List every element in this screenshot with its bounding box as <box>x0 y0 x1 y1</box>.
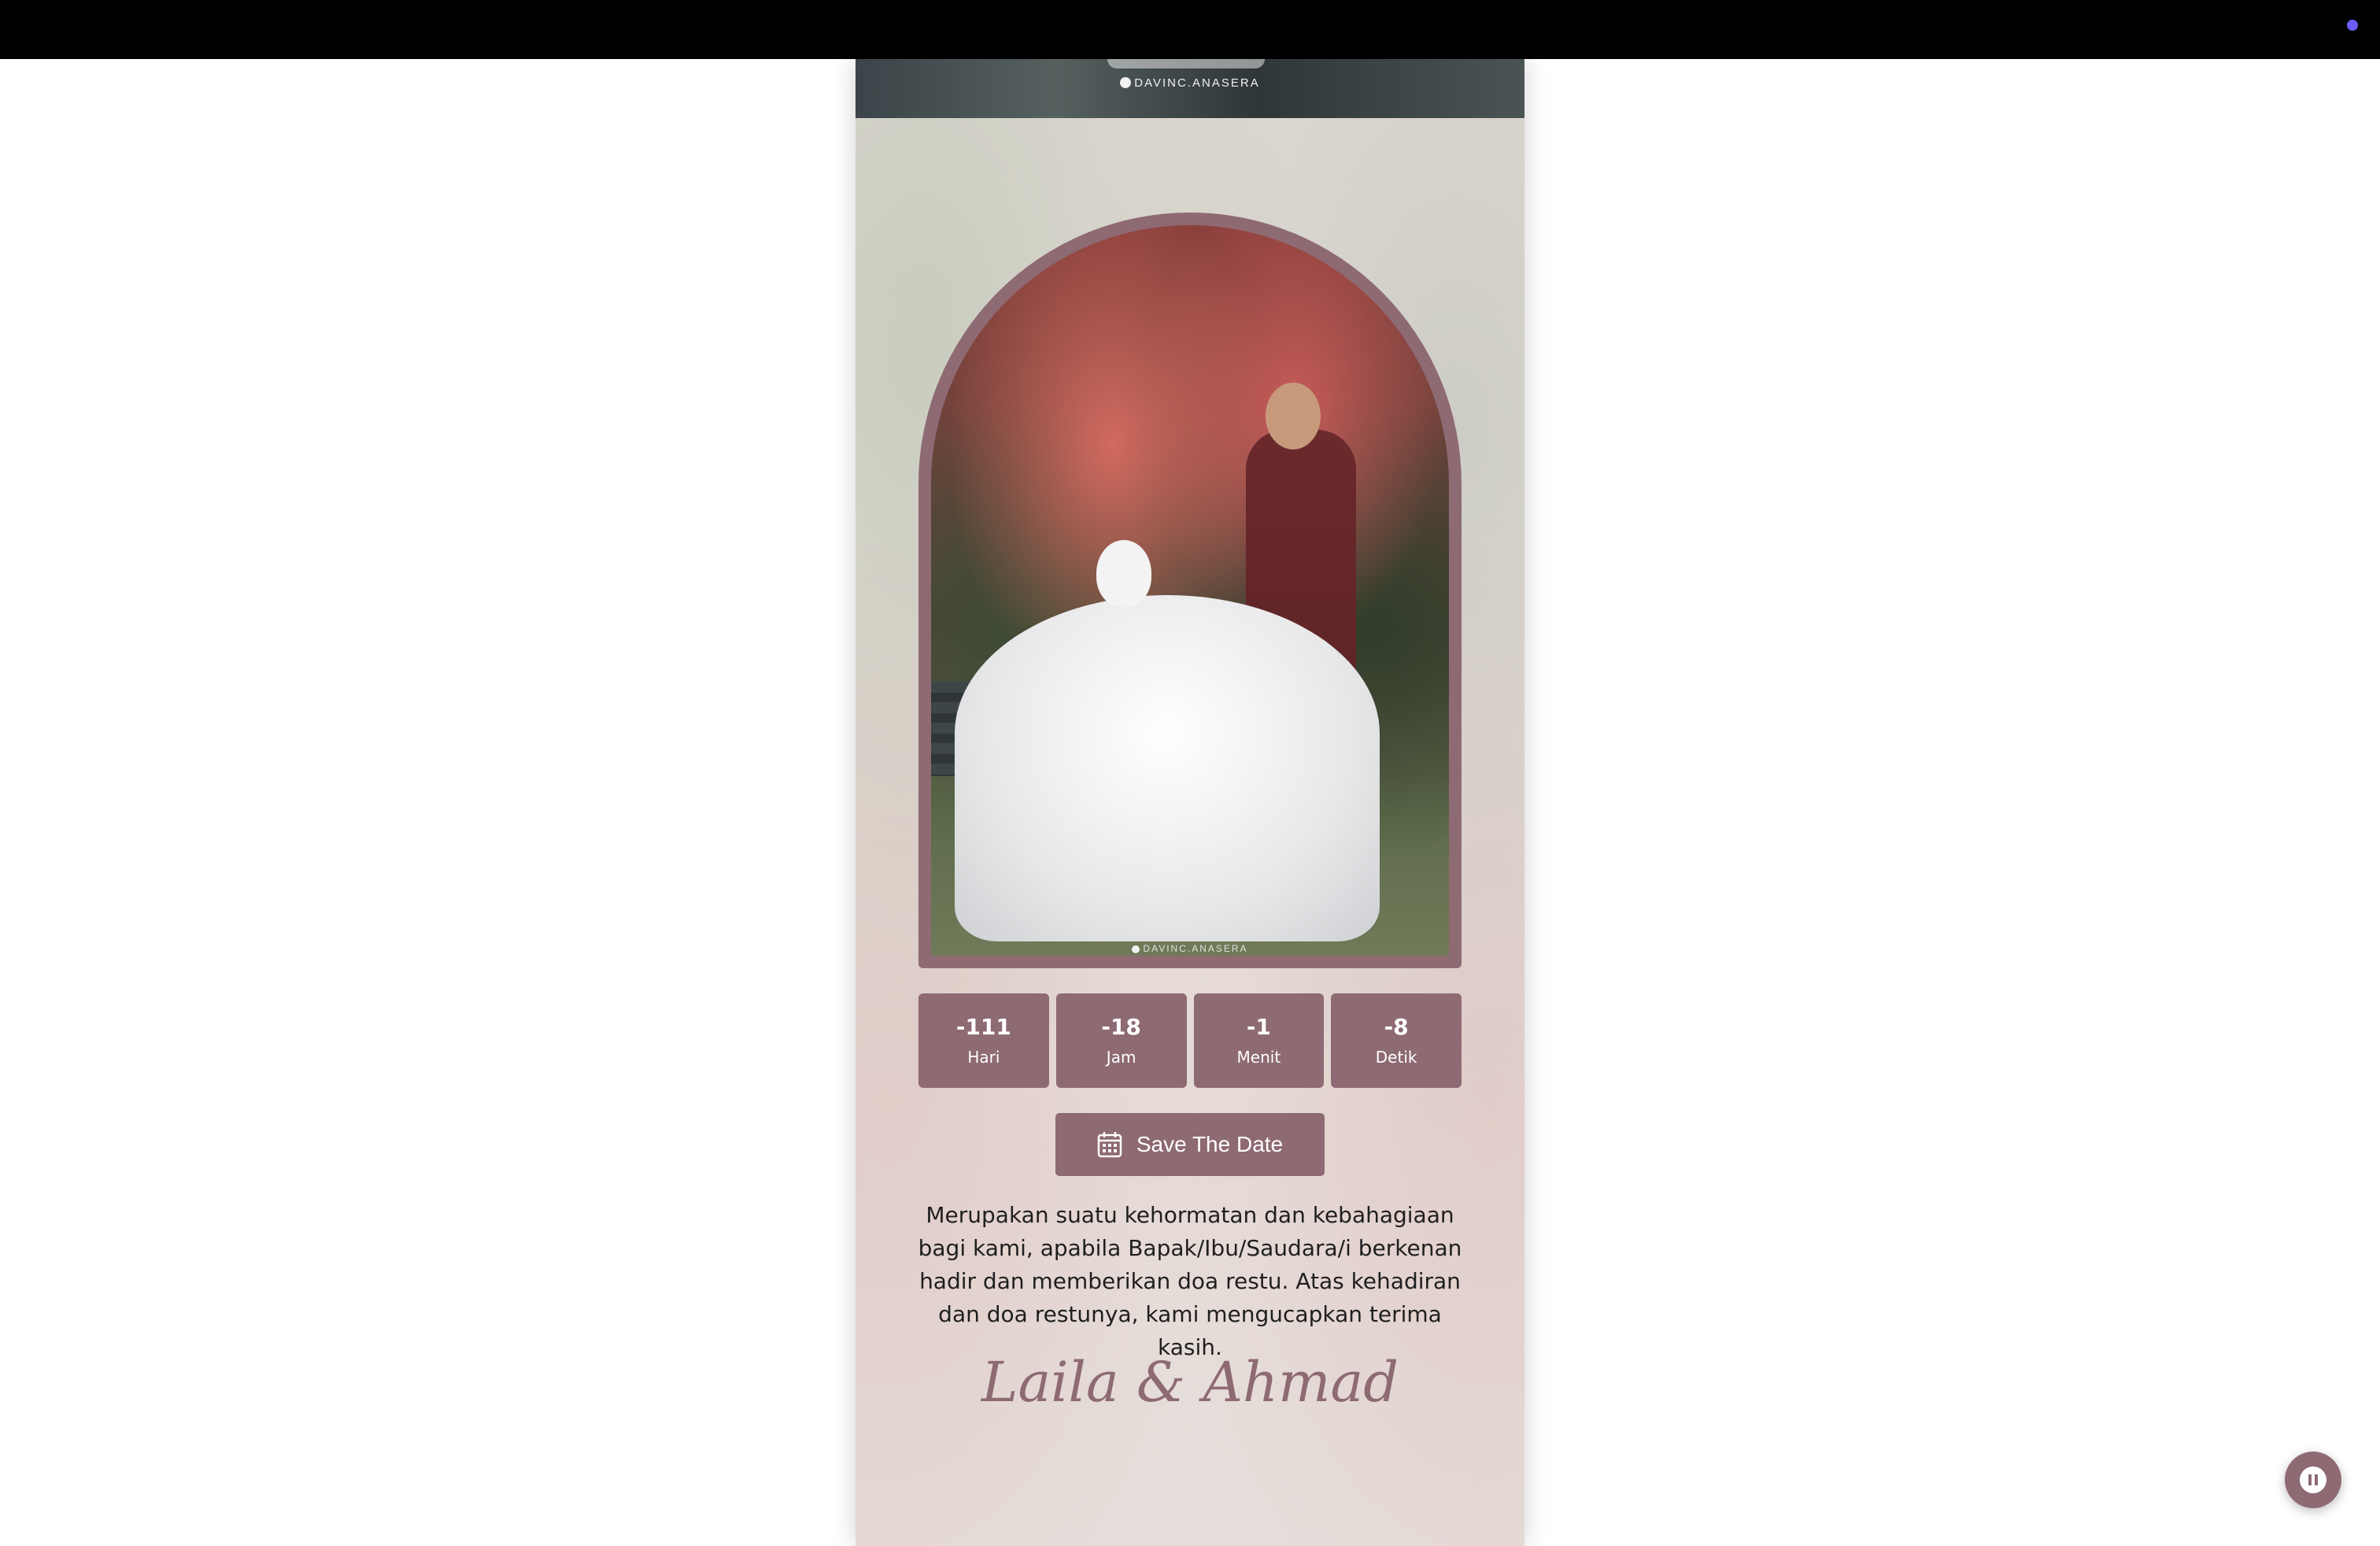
invitation-page[interactable]: DAVINC.ANASERA DAVINC.ANASERA -111 Hari … <box>856 59 1524 1546</box>
countdown-days-value: -111 <box>955 1014 1011 1040</box>
countdown-hours-value: -18 <box>1101 1014 1141 1040</box>
photo-groom-head <box>1266 383 1321 449</box>
countdown-days: -111 Hari <box>918 993 1049 1088</box>
invitation-message: Merupakan suatu kehormatan dan kebahagia… <box>918 1202 1462 1360</box>
music-toggle-button[interactable] <box>2285 1452 2341 1508</box>
countdown-hours-label: Jam <box>1106 1048 1136 1067</box>
photo-bride-head <box>1096 540 1151 607</box>
countdown-timer: -111 Hari -18 Jam -1 Menit -8 Detik <box>918 993 1462 1088</box>
camera-icon <box>1120 77 1132 88</box>
calendar-icon <box>1097 1131 1122 1158</box>
hero-photo-strip: DAVINC.ANASERA <box>856 59 1524 118</box>
couple-photo: DAVINC.ANASERA <box>931 225 1449 956</box>
couple-names: Laila & Ahmad <box>981 1350 1399 1415</box>
countdown-hours: -18 Jam <box>1055 993 1187 1088</box>
countdown-seconds-label: Detik <box>1375 1048 1417 1067</box>
photo-credit-text: DAVINC.ANASERA <box>1134 76 1260 90</box>
countdown-minutes: -1 Menit <box>1193 993 1325 1088</box>
photo-credit-top: DAVINC.ANASERA <box>856 76 1524 90</box>
music-disc-pause-icon <box>2300 1466 2326 1493</box>
countdown-minutes-label: Menit <box>1236 1048 1281 1067</box>
browser-topbar <box>0 0 2380 59</box>
arch-photo-frame: DAVINC.ANASERA <box>918 213 1462 968</box>
countdown-seconds-value: -8 <box>1384 1014 1409 1040</box>
photo-bride-dress <box>955 595 1380 941</box>
save-the-date-label: Save The Date <box>1136 1132 1284 1156</box>
camera-icon <box>1132 945 1140 953</box>
countdown-days-label: Hari <box>967 1048 1000 1067</box>
photo-credit-bottom: DAVINC.ANASERA <box>931 943 1449 954</box>
status-indicator-dot <box>2347 20 2358 31</box>
hero-photo-detail <box>1107 59 1265 68</box>
photo-credit-text: DAVINC.ANASERA <box>1143 943 1248 954</box>
save-the-date-button[interactable]: Save The Date <box>1055 1113 1325 1176</box>
countdown-minutes-value: -1 <box>1246 1014 1271 1040</box>
countdown-seconds: -8 Detik <box>1331 993 1462 1088</box>
